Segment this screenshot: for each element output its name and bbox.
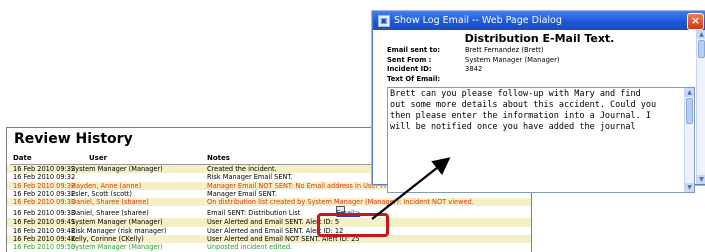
arrow-pointer xyxy=(371,157,451,220)
